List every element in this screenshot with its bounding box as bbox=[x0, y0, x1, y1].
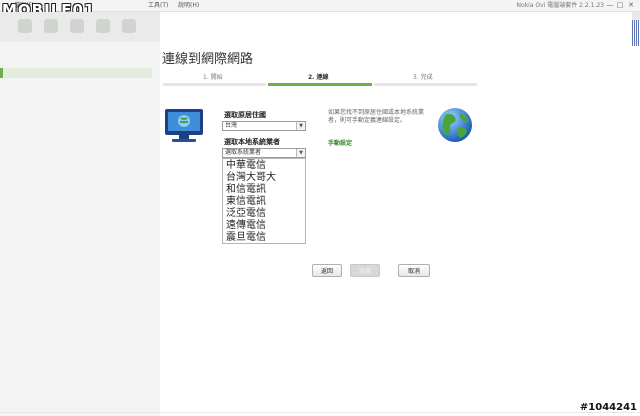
operator-option[interactable]: 泛亞電信 bbox=[226, 208, 266, 219]
window-title: Nokia Ovi 電腦端套件 2.2.1.23 bbox=[516, 2, 604, 9]
toolbar-icon[interactable] bbox=[96, 19, 110, 33]
step-3-label: 3. 完成 bbox=[413, 74, 433, 81]
operator-option[interactable]: 中華電信 bbox=[226, 160, 266, 171]
toolbar-icon[interactable] bbox=[44, 19, 58, 33]
country-select[interactable]: 台灣 ▼ bbox=[222, 121, 306, 131]
chevron-down-icon: ▼ bbox=[296, 122, 305, 130]
country-label: 選取原居住國 bbox=[224, 111, 266, 119]
operator-select-value: 選取系統業者 bbox=[225, 149, 262, 156]
right-panel-pattern bbox=[632, 20, 640, 46]
step-2-label: 2. 連線 bbox=[308, 74, 329, 81]
minimize-button[interactable]: — bbox=[606, 1, 614, 10]
menu-help[interactable]: 說明(H) bbox=[176, 0, 201, 11]
step-2-bar bbox=[268, 83, 372, 86]
operator-label: 選取本地系統業者 bbox=[224, 138, 280, 146]
status-divider bbox=[0, 412, 640, 413]
toolbar-icon[interactable] bbox=[18, 19, 32, 33]
operator-select[interactable]: 選取系統業者 ▼ bbox=[222, 148, 306, 158]
computer-monitor-icon bbox=[165, 109, 203, 142]
sidebar-selection-marker bbox=[0, 68, 3, 78]
operator-option[interactable]: 和信電訊 bbox=[226, 184, 266, 195]
toolbar-icon[interactable] bbox=[122, 19, 136, 33]
help-text: 如果您找不到原居住國或本地系統業者，則可手動定義連線設定。 bbox=[328, 109, 425, 124]
menu-tools[interactable]: 工具(T) bbox=[146, 0, 170, 11]
sidebar-selected-item[interactable] bbox=[0, 68, 152, 78]
watermark-id: #1044241 bbox=[579, 402, 637, 413]
operator-dropdown-list: 中華電信 台灣大哥大 和信電訊 東信電訊 泛亞電信 遠傳電信 震旦電信 bbox=[222, 158, 306, 244]
country-select-value: 台灣 bbox=[225, 122, 238, 129]
operator-option[interactable]: 遠傳電信 bbox=[226, 220, 266, 231]
page-title: 連線到網際網路 bbox=[162, 52, 254, 67]
step-1-bar bbox=[163, 83, 266, 86]
sidebar bbox=[0, 42, 160, 416]
operator-option[interactable]: 震旦電信 bbox=[226, 232, 266, 243]
close-button[interactable]: ✕ bbox=[627, 1, 635, 10]
cancel-button[interactable]: 取消 bbox=[398, 264, 430, 277]
toolbar-icon[interactable] bbox=[70, 19, 84, 33]
manual-settings-link[interactable]: 手動設定 bbox=[328, 138, 352, 147]
step-1-label: 1. 開始 bbox=[203, 74, 223, 81]
chevron-down-icon: ▼ bbox=[296, 149, 305, 157]
maximize-button[interactable]: □ bbox=[616, 1, 624, 10]
back-button[interactable]: 返回 bbox=[312, 264, 342, 277]
operator-option[interactable]: 台灣大哥大 bbox=[226, 172, 276, 183]
next-button[interactable]: 繼續 bbox=[350, 264, 380, 277]
step-3-bar bbox=[374, 83, 477, 86]
wizard-steps: 1. 開始 2. 連線 3. 完成 bbox=[163, 66, 477, 88]
operator-option[interactable]: 東信電訊 bbox=[226, 196, 266, 207]
globe-icon bbox=[438, 108, 472, 142]
